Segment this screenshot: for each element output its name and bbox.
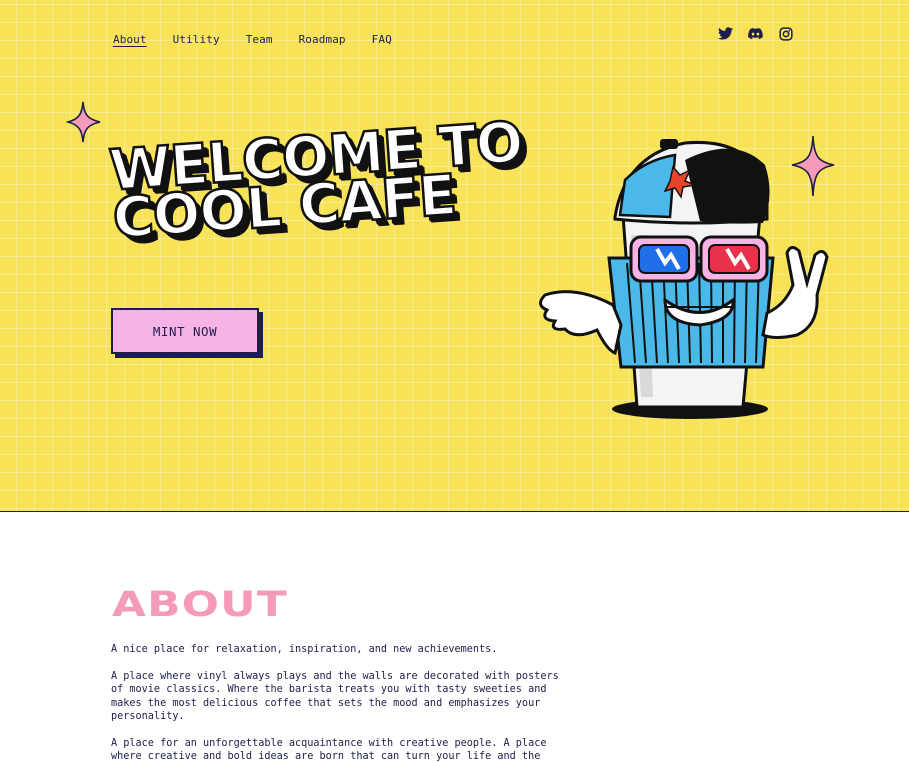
about-text: A nice place for relaxation, inspiration… bbox=[111, 643, 561, 762]
main-nav: About Utility Team Roadmap FAQ bbox=[113, 33, 418, 46]
mint-now-button[interactable]: MINT NOW bbox=[111, 308, 259, 354]
hero-section: About Utility Team Roadmap FAQ WELCOME T… bbox=[0, 0, 909, 512]
instagram-icon[interactable] bbox=[777, 25, 794, 42]
about-paragraph: A nice place for relaxation, inspiration… bbox=[111, 644, 498, 655]
nav-item-roadmap[interactable]: Roadmap bbox=[299, 33, 346, 46]
twitter-icon[interactable] bbox=[717, 25, 734, 42]
nav-item-utility[interactable]: Utility bbox=[173, 33, 220, 46]
coffee-cup-mascot-illustration bbox=[539, 139, 829, 419]
about-paragraph: A place where vinyl always plays and the… bbox=[111, 670, 559, 723]
about-paragraph: A place for an unforgettable acquaintanc… bbox=[111, 737, 547, 762]
nav-item-team[interactable]: Team bbox=[246, 33, 273, 46]
sparkle-icon bbox=[66, 101, 101, 143]
social-links bbox=[717, 25, 794, 42]
about-heading: ABOUT bbox=[112, 585, 289, 625]
nav-item-faq[interactable]: FAQ bbox=[372, 33, 392, 46]
nav-item-about[interactable]: About bbox=[113, 33, 147, 46]
discord-icon[interactable] bbox=[747, 25, 764, 42]
